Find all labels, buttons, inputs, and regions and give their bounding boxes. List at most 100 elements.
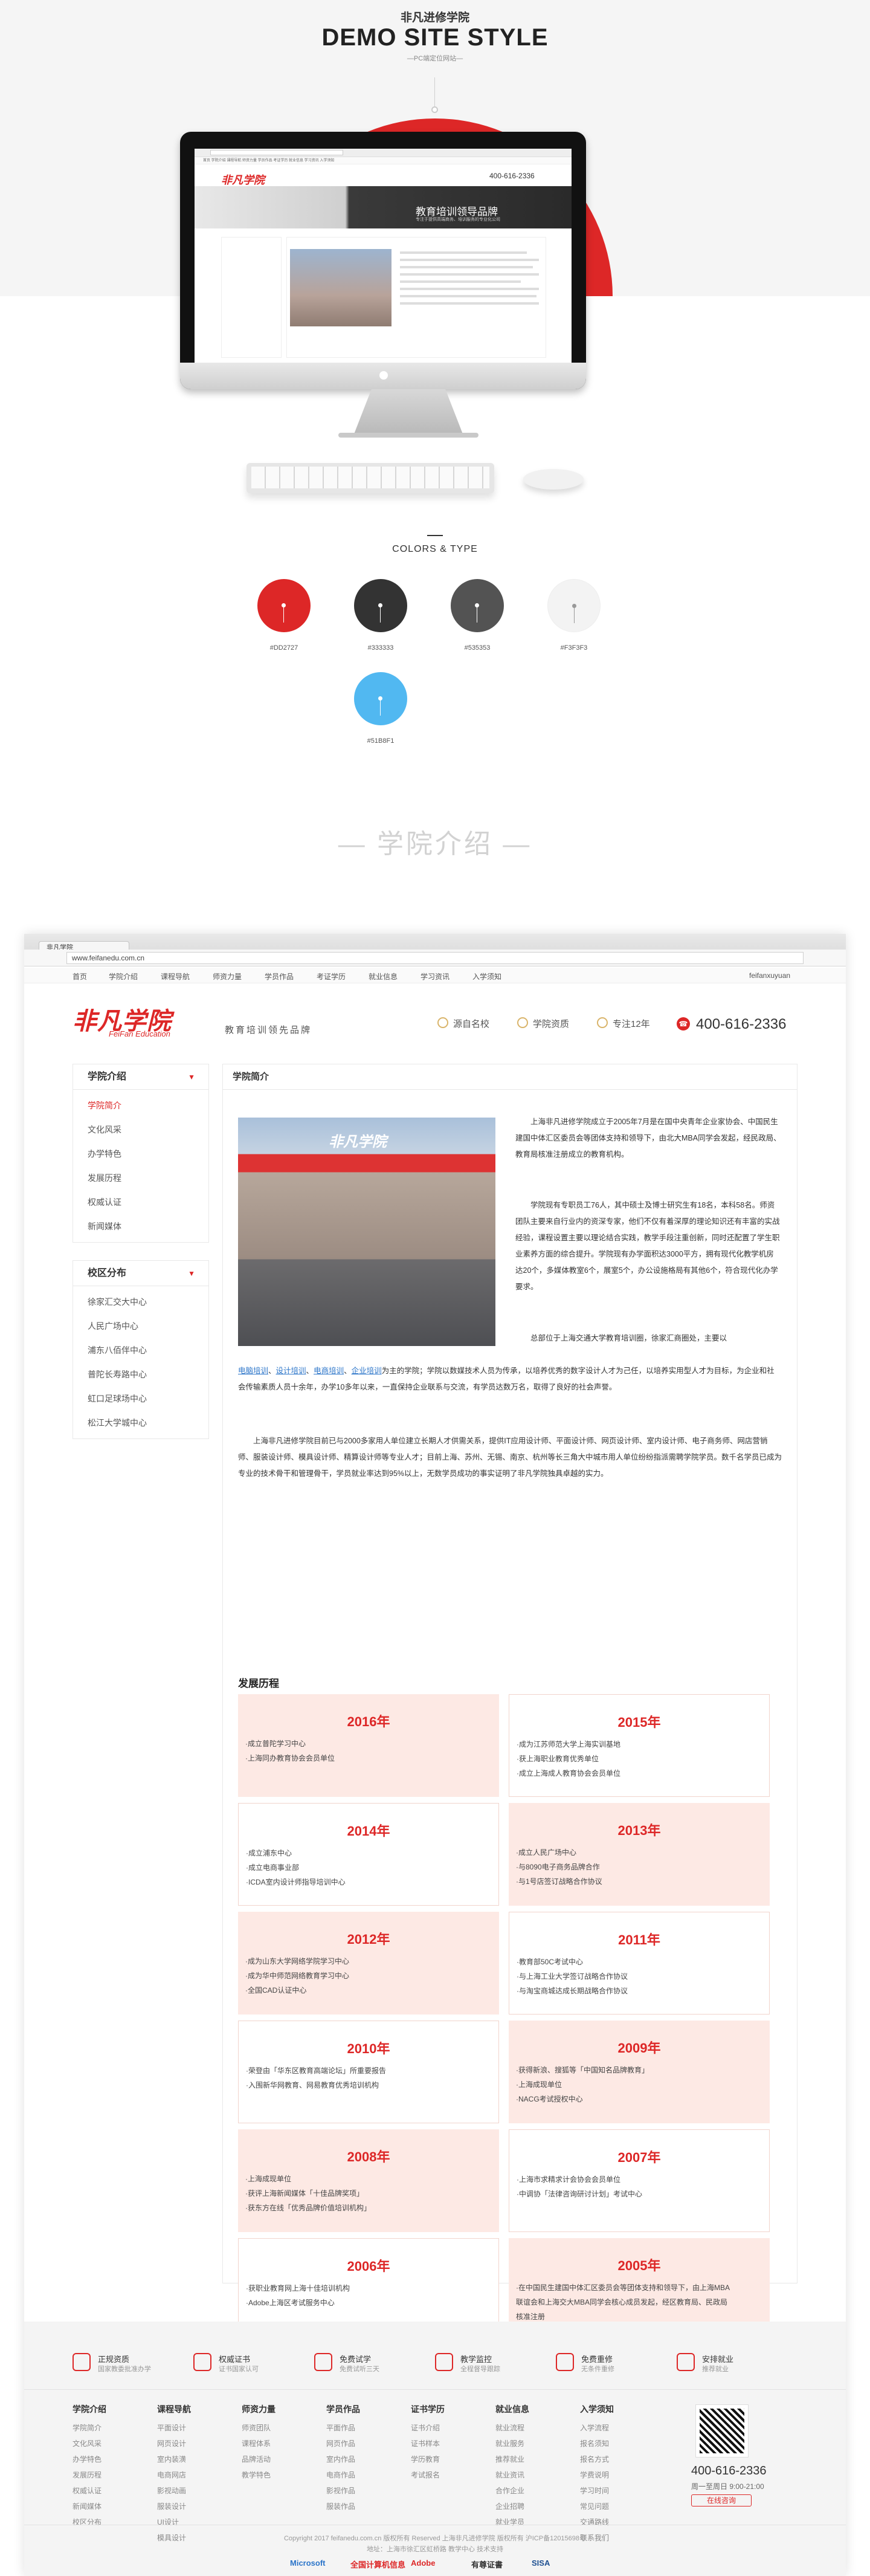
footer-link[interactable]: 证书样本 [411, 2436, 483, 2451]
footer-link[interactable]: 新闻媒体 [72, 2499, 145, 2514]
mini-browser-bar [195, 149, 572, 157]
footer-link[interactable]: 影视作品 [326, 2483, 399, 2499]
dev-year: 2008年 [347, 2149, 390, 2164]
footer-link[interactable]: 平面作品 [326, 2420, 399, 2436]
footer-link[interactable]: 常见问题 [580, 2499, 652, 2514]
topnav-item-3[interactable]: 师资力量 [213, 971, 242, 982]
footer-badge-sub: 证书国家认可 [219, 2366, 259, 2373]
hero-title: DEMO SITE STYLE [321, 24, 549, 51]
dev-card: 2011年 ·教育部50C考试中心 ·与上海工业大学签订战略合作协议 ·与淘宝商城达成… [509, 1912, 770, 2015]
dev-line: ·获评上海新闻媒体「十佳品牌奖项」 [245, 2189, 364, 2198]
footer-link[interactable]: 校区分布 [72, 2514, 145, 2530]
topnav-item-1[interactable]: 学院介绍 [109, 971, 138, 982]
topnav-item-8[interactable]: 入学须知 [472, 971, 501, 982]
dev-year: 2014年 [347, 1824, 390, 1839]
topnav-item-6[interactable]: 就业信息 [369, 971, 398, 982]
sidebar-item-campus[interactable]: 人民广场中心 [73, 1314, 208, 1338]
footer-phone[interactable]: 400-616-2336 [691, 2464, 767, 2478]
footer-link[interactable]: 室内作品 [326, 2451, 399, 2467]
footer-link[interactable]: 影视动画 [157, 2483, 230, 2499]
sidebar-item-intro[interactable]: 新闻媒体 [73, 1214, 208, 1238]
footer-link[interactable]: 考试报名 [411, 2467, 483, 2483]
sidebar-intro-label: 学院介绍 [88, 1072, 127, 1082]
chevron-down-icon[interactable]: ▼ [188, 1064, 195, 1090]
mini-banner-subtitle: 专注于提供高端商务、培训服务的专业化公司 [416, 218, 500, 222]
sidebar-item-campus[interactable]: 普陀长寿路中心 [73, 1362, 208, 1387]
sidebar-campus-label: 校区分布 [88, 1268, 127, 1278]
footer-badge-title: 权威证书 [219, 2355, 251, 2364]
footer-link[interactable]: 证书介绍 [411, 2420, 483, 2436]
sidebar-campus-list: 徐家汇交大中心 人民广场中心 浦东八佰伴中心 普陀长寿路中心 虹口足球场中心 松江大学城中… [73, 1286, 208, 1438]
footer-link[interactable]: 发展历程 [72, 2467, 145, 2483]
sidebar-item-campus[interactable]: 浦东八佰伴中心 [73, 1338, 208, 1362]
footer-link[interactable]: 办学特色 [72, 2451, 145, 2467]
main-content: 学院简介 非凡学院 上海非凡进修学院成立于2005年7月是在国中央青年企业家协会… [222, 1064, 798, 2341]
footer-link[interactable]: 平面设计 [157, 2420, 230, 2436]
badge-icon [314, 2353, 332, 2371]
header-phone[interactable]: 400-616-2336 [696, 1016, 786, 1033]
sidebar-item-campus[interactable]: 虹口足球场中心 [73, 1387, 208, 1411]
footer-link[interactable]: 推荐就业 [495, 2451, 568, 2467]
link-computer-training[interactable]: 电脑培训 [238, 1367, 268, 1375]
sidebar-item-intro[interactable]: 文化风采 [73, 1118, 208, 1142]
sidebar-item-intro[interactable]: 办学特色 [73, 1142, 208, 1166]
sidebar-item-intro[interactable]: 权威认证 [73, 1190, 208, 1214]
swatch-pin-line [380, 606, 381, 623]
footer-link[interactable]: 文化风采 [72, 2436, 145, 2451]
footer-link[interactable]: 课程体系 [242, 2436, 314, 2451]
footer-link[interactable]: 品牌活动 [242, 2451, 314, 2467]
link-enterprise-training[interactable]: 企业培训 [352, 1367, 382, 1375]
footer-link[interactable]: 电商作品 [326, 2467, 399, 2483]
sidebar-item-intro[interactable]: 发展历程 [73, 1166, 208, 1190]
topnav-item-4[interactable]: 学员作品 [265, 971, 294, 982]
footer-link[interactable]: 学院简介 [72, 2420, 145, 2436]
url-input[interactable]: www.feifanedu.com.cn [66, 952, 804, 964]
footer-link[interactable]: 师资团队 [242, 2420, 314, 2436]
footer-link[interactable]: 入学流程 [580, 2420, 652, 2436]
footer-link[interactable]: 室内装潢 [157, 2451, 230, 2467]
footer-link[interactable]: 就业资讯 [495, 2467, 568, 2483]
link-ecommerce-training[interactable]: 电商培训 [314, 1367, 344, 1375]
footer-link[interactable]: 就业流程 [495, 2420, 568, 2436]
topnav-item-5[interactable]: 考证学历 [317, 971, 346, 982]
footer-link[interactable]: 权威认证 [72, 2483, 145, 2499]
footer-link[interactable]: 报名须知 [580, 2436, 652, 2451]
badge-icon [556, 2353, 574, 2371]
footer-link[interactable]: 学费说明 [580, 2467, 652, 2483]
sidebar-item-intro[interactable]: 学院简介 [73, 1093, 208, 1118]
dev-line: ·Adobe上海区考试服务中心 [246, 2299, 335, 2307]
sidebar-item-campus[interactable]: 松江大学城中心 [73, 1411, 208, 1435]
footer-link[interactable]: 交通路线 [580, 2514, 652, 2530]
link-design-training[interactable]: 设计培训 [276, 1367, 306, 1375]
footer-link[interactable]: 网页设计 [157, 2436, 230, 2451]
intro-paragraph: 学院现有专职员工76人，其中硕士及博士研究生有18名，本科58名。师资团队主要来… [515, 1201, 780, 1291]
footer-link[interactable]: 学历教育 [411, 2451, 483, 2467]
footer-link[interactable]: 就业学员 [495, 2514, 568, 2530]
swatch-pin-line [574, 606, 575, 623]
topnav-item-2[interactable]: 课程导航 [161, 971, 190, 982]
footer-column-title: 就业信息 [495, 2404, 529, 2414]
footer-link[interactable]: 服装作品 [326, 2499, 399, 2514]
chevron-down-icon[interactable]: ▼ [188, 1261, 195, 1286]
footer-link[interactable]: 学习时间 [580, 2483, 652, 2499]
footer-link[interactable]: 合作企业 [495, 2483, 568, 2499]
topnav-item-0[interactable]: 首页 [72, 971, 87, 982]
footer-link[interactable]: 服装设计 [157, 2499, 230, 2514]
login-user[interactable]: feifanxuyuan [749, 971, 790, 980]
footer-badge-sub: 无条件重修 [581, 2366, 614, 2373]
online-consult-button[interactable]: 在线咨询 [691, 2494, 752, 2506]
topnav-item-7[interactable]: 学习资讯 [420, 971, 450, 982]
footer-link[interactable]: 教学特色 [242, 2467, 314, 2483]
copyright: Copyright 2017 feifanedu.com.cn 版权所有 Res… [283, 2535, 587, 2542]
sidebar-item-campus[interactable]: 徐家汇交大中心 [73, 1290, 208, 1314]
dev-card: 2012年 ·成为山东大学网络学院学习中心 ·成为华中师范网络教育学习中心 ·全国CA… [238, 1912, 499, 2015]
mini-text-line [400, 273, 539, 276]
footer-link[interactable]: 企业招聘 [495, 2499, 568, 2514]
footer-link[interactable]: 电商网店 [157, 2467, 230, 2483]
footer-link[interactable]: 报名方式 [580, 2451, 652, 2467]
footer-link[interactable]: 网页作品 [326, 2436, 399, 2451]
footer-link[interactable]: UI设计 [157, 2514, 230, 2530]
footer: 正规资质 国家教委批准办学 权威证书 证书国家认可 免费试学 免费试听三天 教学监控 全程督导… [24, 2322, 846, 2576]
footer-link[interactable]: 就业服务 [495, 2436, 568, 2451]
mini-text-line [400, 280, 521, 283]
